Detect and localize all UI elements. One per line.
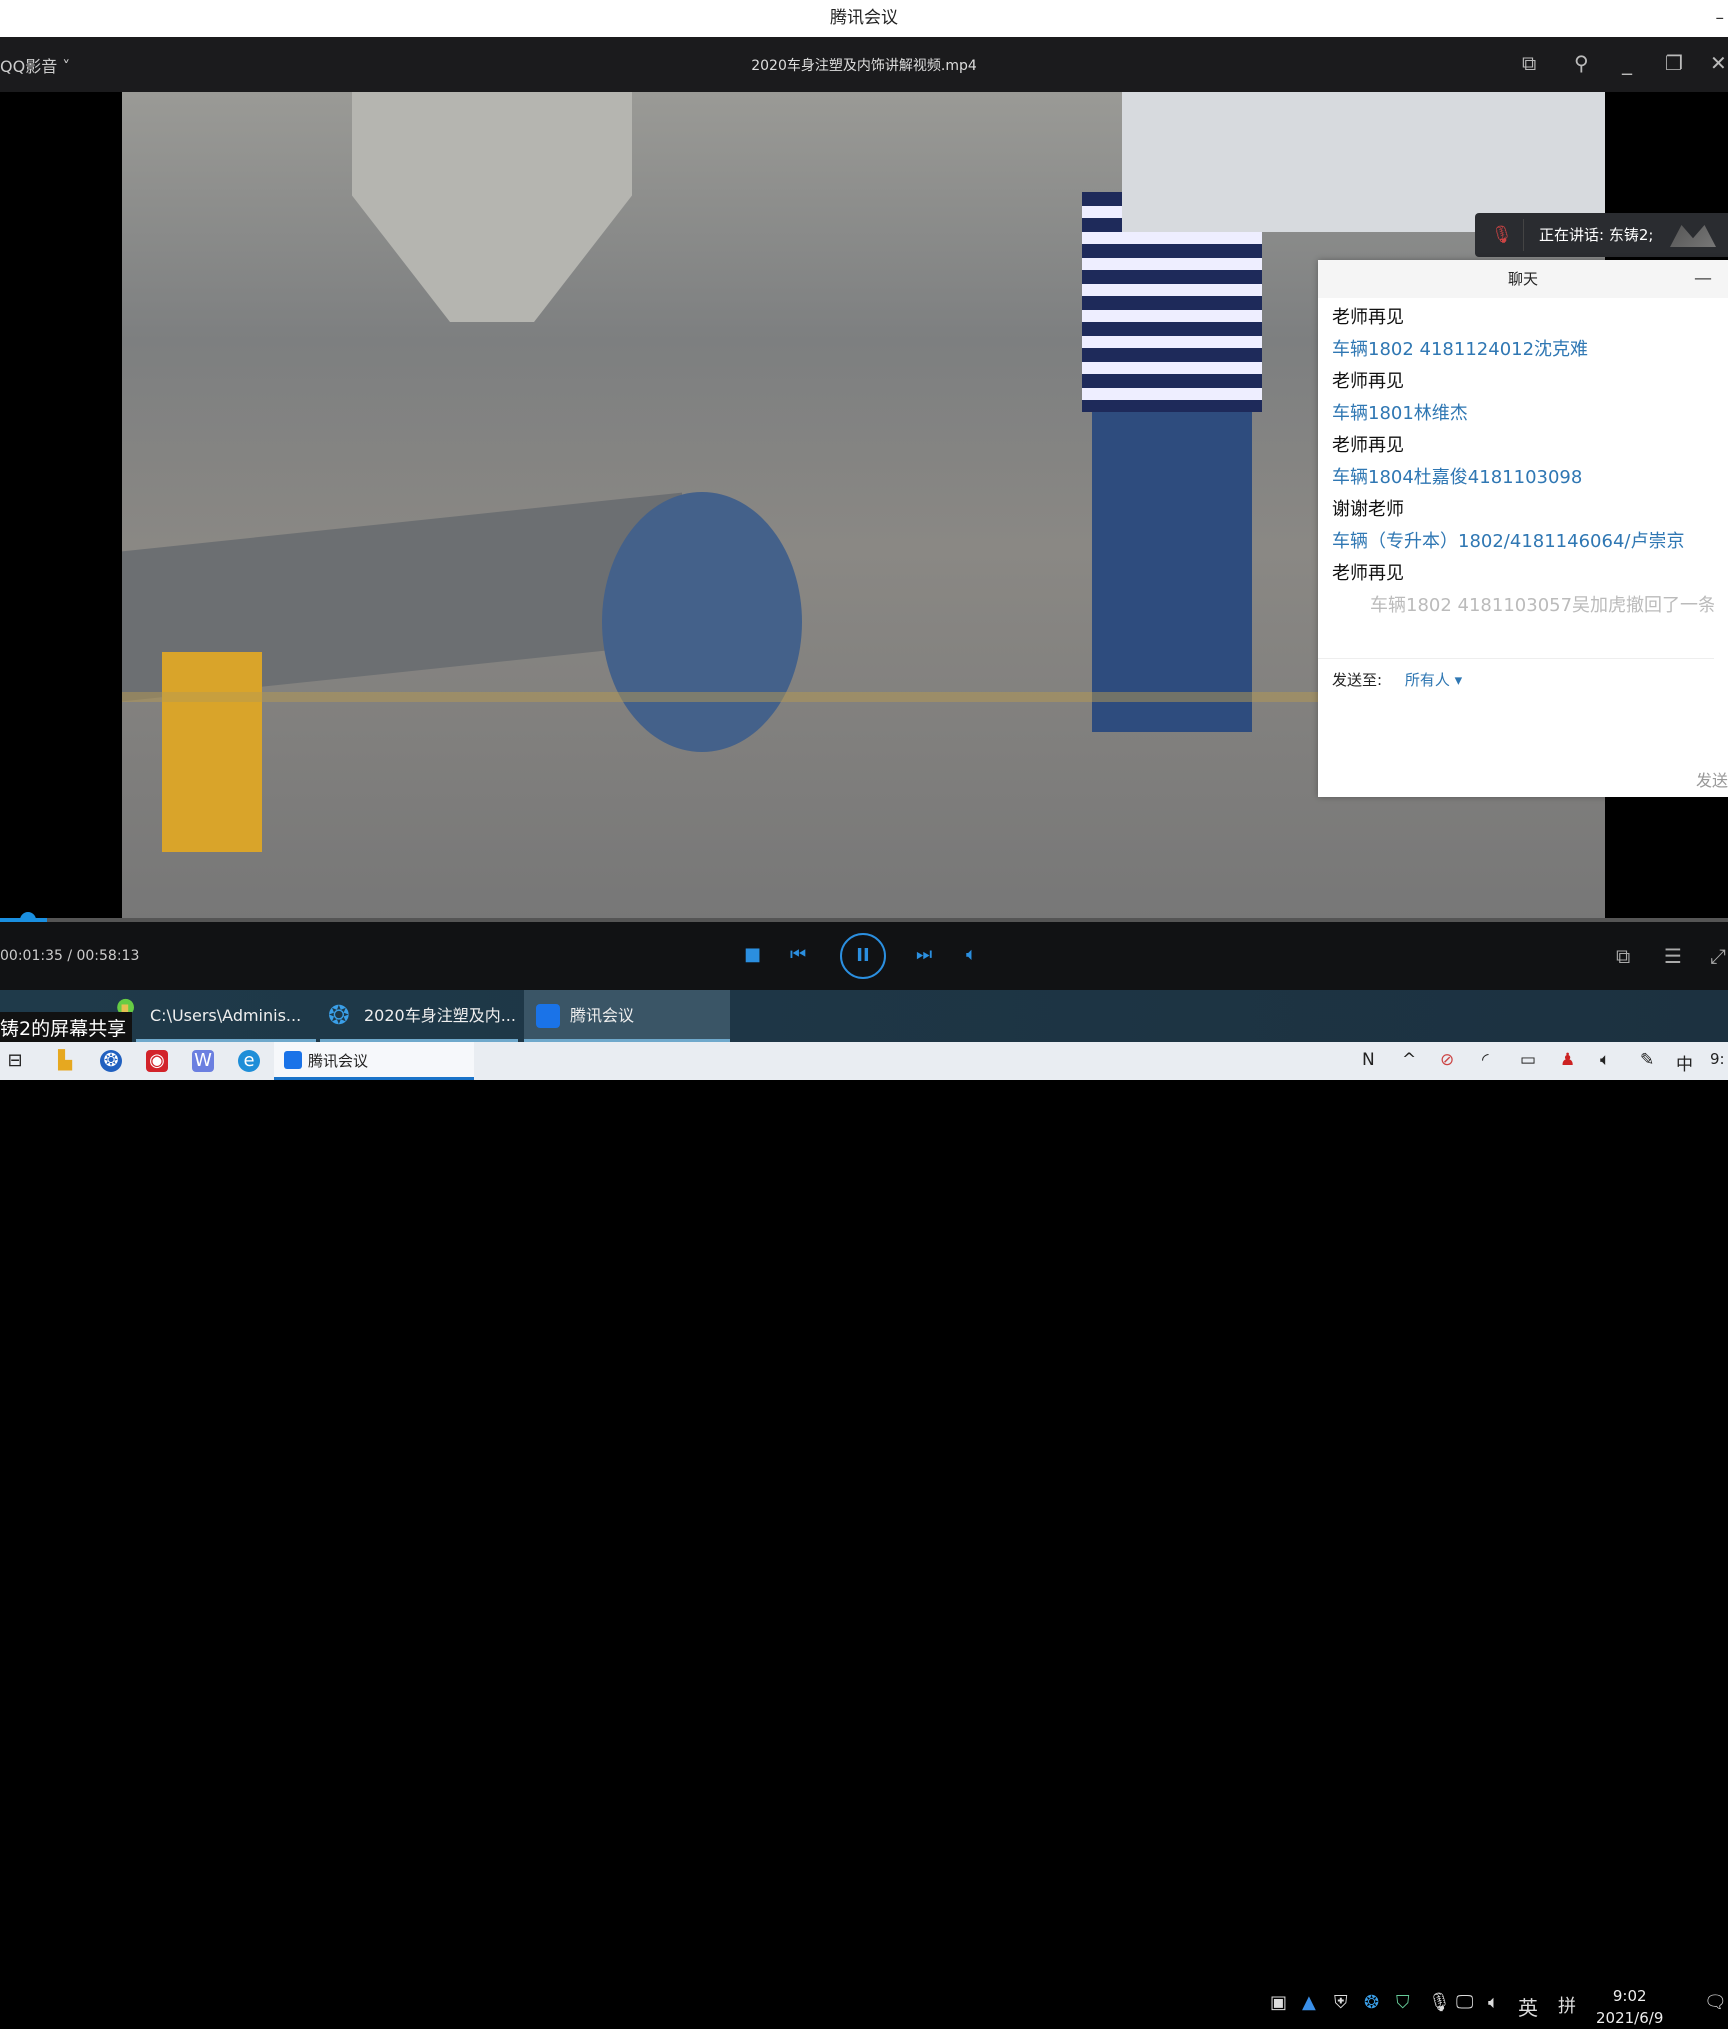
show-hidden-icons[interactable]: ^: [1402, 1050, 1416, 1070]
volume-icon[interactable]: 🔈︎: [1600, 1050, 1610, 1070]
send-button[interactable]: 发送: [1696, 767, 1728, 791]
send-to-row: 发送至: 所有人 ▾: [1318, 658, 1714, 690]
previous-icon[interactable]: ⏮: [790, 944, 806, 965]
speaking-indicator: 🎙︎ 正在讲话: 东铸2;: [1475, 213, 1728, 257]
restore-icon[interactable]: ❐: [1665, 51, 1683, 75]
tray-ime[interactable]: 英: [1518, 1992, 1538, 2021]
meeting-title-bar: 腾讯会议 –: [0, 0, 1728, 37]
tray-volume-icon[interactable]: 🔈︎: [1488, 1992, 1499, 2013]
screen-share-label: 铸2的屏幕共享: [0, 1012, 133, 1042]
tray-shield-icon[interactable]: ⛉: [1396, 1992, 1410, 2013]
file-name: 2020车身注塑及内饰讲解视频.mp4: [751, 58, 977, 74]
chat-message-sender: 车辆1801林维杰: [1332, 403, 1468, 424]
taskbar-item-qqplayer[interactable]: ❂ 2020车身注塑及内...: [320, 990, 518, 1042]
tray-n-icon[interactable]: N: [1362, 1050, 1375, 1070]
qqplayer-icon: ❂: [328, 1001, 350, 1031]
chat-message-sender: 车辆（专升本）1802/4181146064/卢崇京: [1332, 531, 1685, 552]
next-icon[interactable]: ⏭: [916, 944, 932, 965]
tray-app-icon[interactable]: ⊘: [1440, 1050, 1454, 1070]
taskbar-item-explorer[interactable]: C:\Users\Adminis...: [136, 990, 316, 1042]
tray-ime-pinyin[interactable]: 拼: [1558, 1992, 1576, 2018]
minimize-icon[interactable]: _: [1622, 51, 1632, 75]
chat-message-text: 谢谢老师: [1332, 499, 1404, 520]
chat-header: 聊天 —: [1318, 260, 1728, 298]
tray-app-icon[interactable]: ▣: [1270, 1992, 1287, 2013]
wifi-icon[interactable]: ◜: [1482, 1050, 1489, 1070]
qq-icon[interactable]: ♟: [1560, 1050, 1575, 1070]
fullscreen-icon[interactable]: ⤢: [1710, 944, 1726, 968]
chat-message-text: 老师再见: [1332, 435, 1404, 456]
minimize-button[interactable]: –: [1716, 0, 1725, 37]
pin-icon[interactable]: ⚲: [1574, 51, 1589, 75]
tray-mic-icon[interactable]: 🎙︎: [1428, 1992, 1451, 2013]
taskbar-item-tencent-meeting[interactable]: 腾讯会议: [274, 1042, 474, 1080]
pause-button[interactable]: II: [840, 933, 886, 979]
chat-message-list[interactable]: 老师再见 车辆1802 4181124012沈克难 老师再见 车辆1801林维杰 老师再…: [1318, 298, 1728, 622]
send-to-dropdown[interactable]: 所有人 ▾: [1405, 671, 1462, 689]
file-explorer-icon[interactable]: ▙: [54, 1050, 76, 1072]
chat-message-sender: 车辆1804杜嘉俊4181103098: [1332, 467, 1583, 488]
playback-time: 00:01:35 / 00:58:13: [0, 948, 140, 964]
window-title: 腾讯会议: [830, 8, 898, 28]
tray-network-icon[interactable]: 🖵: [1456, 1992, 1473, 2013]
qqplayer-icon[interactable]: ❂: [100, 1050, 122, 1072]
close-icon[interactable]: ✕: [1710, 51, 1727, 75]
settings-sliders-icon[interactable]: ☰: [1664, 944, 1682, 968]
tencent-meeting-icon: [536, 1004, 560, 1028]
mic-muted-icon: 🎙︎: [1491, 225, 1513, 245]
edge-icon[interactable]: e: [238, 1050, 260, 1072]
tray-meeting-icon[interactable]: ▲: [1302, 1992, 1316, 2013]
stop-icon[interactable]: ■: [744, 944, 761, 965]
chat-panel: 聊天 — 老师再见 车辆1802 4181124012沈克难 老师再见 车辆1801林…: [1318, 260, 1728, 797]
tray-qqplayer-icon[interactable]: ❂: [1364, 1992, 1379, 2013]
chat-message-sender: 车辆1802 4181124012沈克难: [1332, 339, 1589, 360]
player-title-bar: QQ影音 ˅ 2020车身注塑及内饰讲解视频.mp4 ⧉ ⚲ _ ❐ ✕: [0, 37, 1728, 92]
taskbar-item-tencent-meeting[interactable]: 腾讯会议: [524, 990, 730, 1042]
local-taskbar: ⊟ ▙ ❂ ◉ W e 腾讯会议 N ^ ⊘ ◜ ▭ ♟ 🔈︎ ✎ 中 9:: [0, 1042, 1728, 1080]
screenshot-icon[interactable]: ⧉: [1616, 944, 1630, 968]
remote-taskbar: ● ▮ C:\Users\Adminis... ❂ 2020车身注塑及内... 腾…: [0, 990, 1728, 2027]
tencent-meeting-logo-icon: [1670, 225, 1716, 247]
chat-message-text: 老师再见: [1332, 307, 1404, 328]
task-view-icon[interactable]: ⊟: [4, 1050, 26, 1072]
chat-minimize-button[interactable]: —: [1694, 260, 1712, 298]
chat-message-recall: 车辆1802 4181103057吴加虎撤回了一条消息: [1370, 595, 1714, 616]
chat-title: 聊天: [1507, 270, 1538, 288]
battery-icon[interactable]: ▭: [1520, 1050, 1536, 1070]
pen-icon[interactable]: ✎: [1640, 1050, 1654, 1070]
send-to-label: 发送至:: [1332, 671, 1383, 689]
chat-message-text: 老师再见: [1332, 371, 1404, 392]
wps-icon[interactable]: W: [192, 1050, 214, 1072]
local-clock[interactable]: 9:: [1710, 1050, 1725, 1068]
chat-message-text: 老师再见: [1332, 563, 1404, 584]
ime-indicator[interactable]: 中: [1676, 1050, 1693, 1075]
mini-mode-icon[interactable]: ⧉: [1522, 51, 1536, 75]
notification-icon[interactable]: 🗨︎: [1704, 1992, 1727, 2013]
speaking-text: 正在讲话: 东铸2;: [1539, 226, 1654, 244]
remote-clock: 9:02 2021/6/9: [1596, 1987, 1664, 2027]
player-controls: 00:01:35 / 00:58:13 ■ ⏮ II ⏭ 🔈︎ ⧉ ☰ ⤢: [0, 922, 1728, 990]
tencent-meeting-icon: [284, 1051, 302, 1069]
volume-icon[interactable]: 🔈︎: [966, 944, 977, 965]
netease-music-icon[interactable]: ◉: [146, 1050, 168, 1072]
tray-security-icon[interactable]: ⛨: [1334, 1992, 1348, 2013]
